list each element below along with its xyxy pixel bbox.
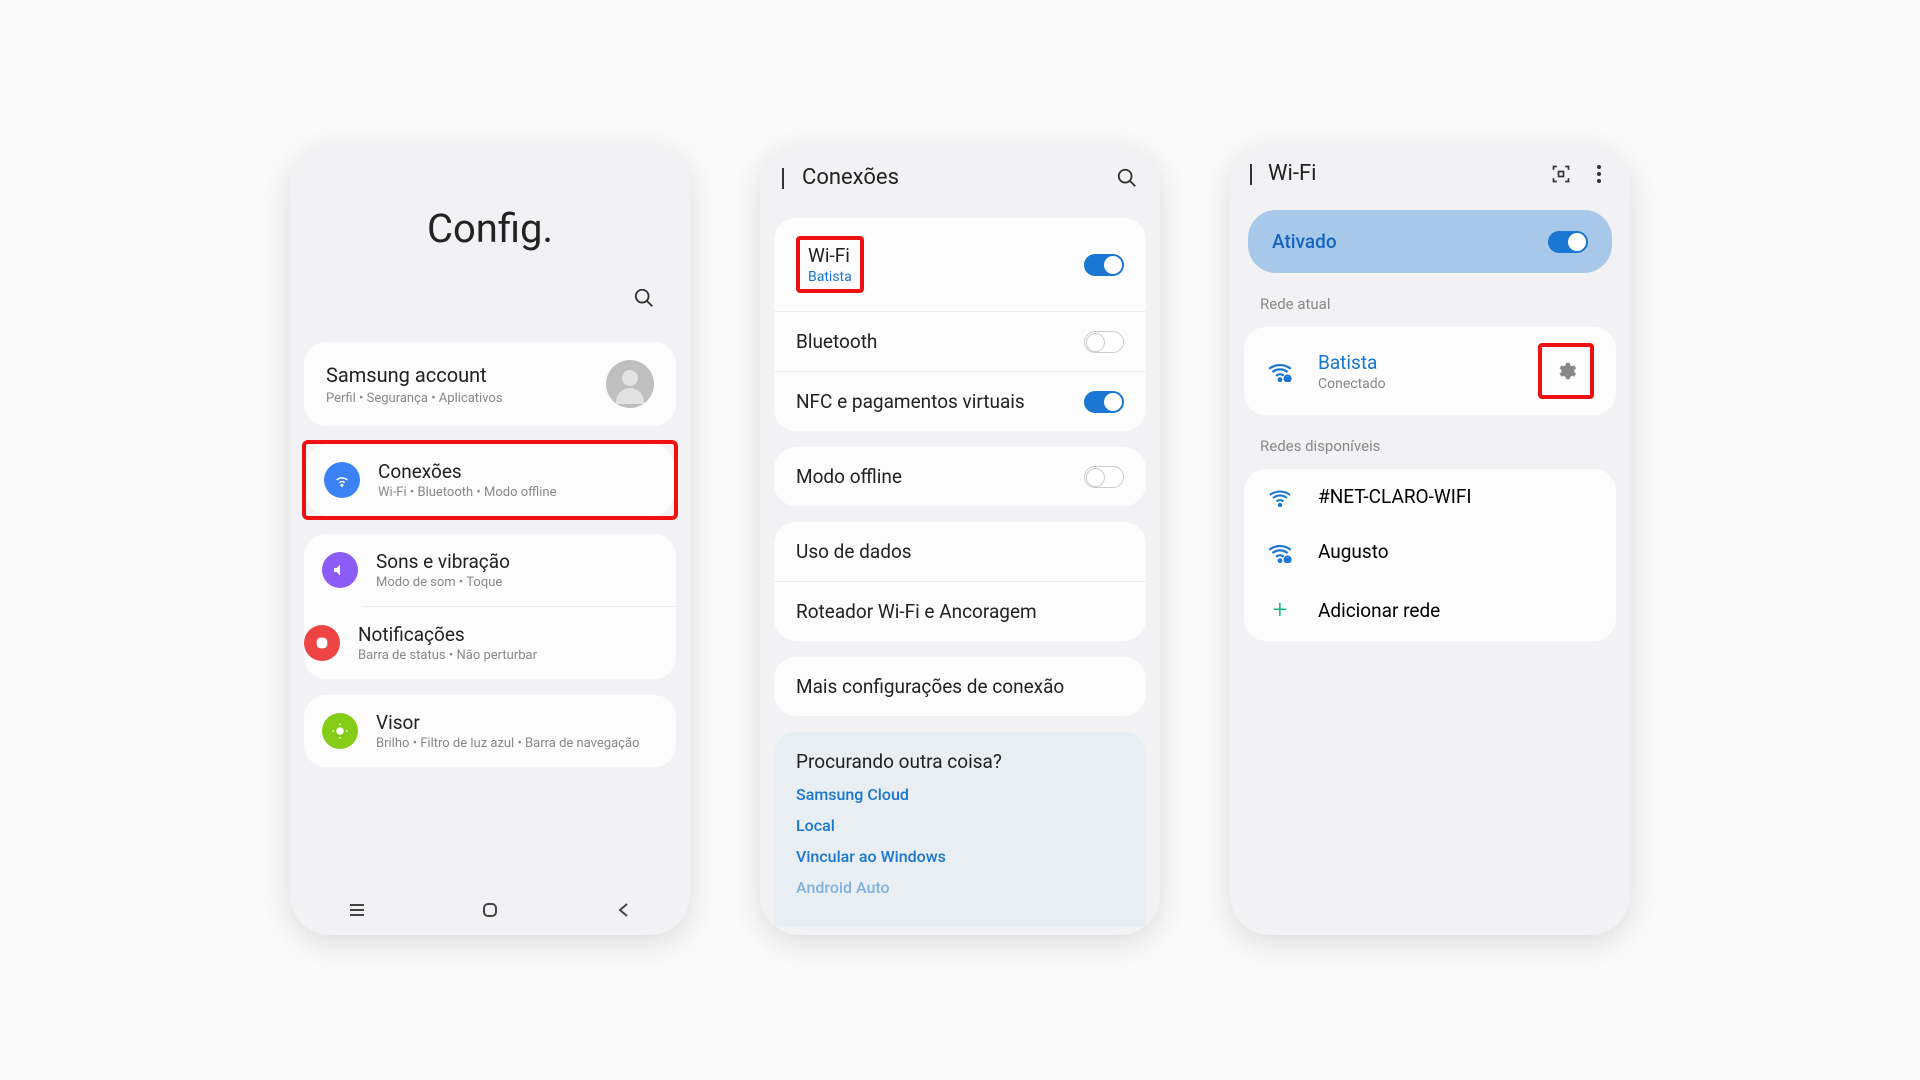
wifi-master-toggle[interactable] <box>1548 231 1588 253</box>
account-subtitle: Perfil • Segurança • Aplicativos <box>326 391 503 406</box>
page-title: Config. <box>320 205 660 252</box>
footer-heading: Procurando outra coisa? <box>796 750 1124 773</box>
wifi-enabled-label: Ativado <box>1272 230 1337 253</box>
wifi-label: Wi-Fi <box>808 244 852 267</box>
back-icon[interactable] <box>782 168 784 187</box>
page-title: Wi-Fi <box>1268 161 1534 186</box>
nfc-toggle[interactable] <box>1084 391 1124 413</box>
bluetooth-toggle[interactable] <box>1084 331 1124 353</box>
back-button[interactable] <box>613 900 633 920</box>
link-windows[interactable]: Vincular ao Windows <box>796 847 1124 866</box>
settings-item-sons[interactable]: Sons e vibração Modo de som • Toque <box>304 534 676 606</box>
current-network-label: Rede atual <box>1230 281 1630 319</box>
settings-item-visor[interactable]: Visor Brilho • Filtro de luz azul • Barr… <box>304 695 676 767</box>
samsung-account-row[interactable]: Samsung account Perfil • Segurança • Apl… <box>304 342 676 426</box>
network-name: #NET-CLARO-WIFI <box>1318 485 1594 508</box>
bluetooth-row[interactable]: Bluetooth <box>774 311 1146 371</box>
wifi-network: Batista <box>808 269 852 285</box>
item-subtitle: Brilho • Filtro de luz azul • Barra de n… <box>376 736 639 751</box>
phone-conexoes: Conexões Wi-Fi Batista Bluetooth NFC e p… <box>760 145 1160 935</box>
offline-row[interactable]: Modo offline <box>774 447 1146 506</box>
network-name: Batista <box>1318 351 1538 374</box>
page-title: Conexões <box>802 165 1116 190</box>
network-name: Augusto <box>1318 540 1594 563</box>
data-usage-label: Uso de dados <box>796 540 912 563</box>
more-connection-label: Mais configurações de conexão <box>796 675 1064 698</box>
wifi-signal-icon <box>1266 360 1294 382</box>
avatar-icon <box>606 360 654 408</box>
item-title: Conexões <box>378 460 556 483</box>
more-icon[interactable] <box>1588 163 1610 185</box>
hotspot-label: Roteador Wi-Fi e Ancoragem <box>796 600 1037 623</box>
link-samsung-cloud[interactable]: Samsung Cloud <box>796 785 1124 804</box>
display-icon <box>322 713 358 749</box>
wifi-signal-lock-icon <box>1266 541 1294 563</box>
account-title: Samsung account <box>326 363 503 387</box>
settings-item-conexoes[interactable]: Conexões Wi-Fi • Bluetooth • Modo offlin… <box>306 444 674 516</box>
phone-wifi: Wi-Fi Ativado Rede atual Batista Conecta… <box>1230 145 1630 935</box>
item-title: Visor <box>376 711 639 734</box>
link-local[interactable]: Local <box>796 816 1124 835</box>
qr-scan-icon[interactable] <box>1550 163 1572 185</box>
data-usage-row[interactable]: Uso de dados <box>774 522 1146 581</box>
offline-toggle[interactable] <box>1084 466 1124 488</box>
network-row[interactable]: Augusto <box>1244 524 1616 579</box>
search-icon[interactable] <box>1116 167 1138 189</box>
wifi-row[interactable]: Wi-Fi Batista <box>774 218 1146 311</box>
add-network-label: Adicionar rede <box>1318 599 1594 622</box>
hotspot-row[interactable]: Roteador Wi-Fi e Ancoragem <box>774 581 1146 641</box>
network-row[interactable]: #NET-CLARO-WIFI <box>1244 469 1616 524</box>
item-subtitle: Wi-Fi • Bluetooth • Modo offline <box>378 485 556 500</box>
notification-icon <box>304 625 340 661</box>
offline-label: Modo offline <box>796 465 902 488</box>
looking-for-section: Procurando outra coisa? Samsung Cloud Lo… <box>774 732 1146 927</box>
nfc-label: NFC e pagamentos virtuais <box>796 390 1025 413</box>
wifi-icon <box>324 462 360 498</box>
add-network-row[interactable]: + Adicionar rede <box>1244 579 1616 641</box>
item-title: Notificações <box>358 623 537 646</box>
plus-icon: + <box>1266 595 1294 625</box>
search-icon[interactable] <box>633 287 655 309</box>
nfc-row[interactable]: NFC e pagamentos virtuais <box>774 371 1146 431</box>
network-status: Conectado <box>1318 376 1538 392</box>
recents-button[interactable] <box>347 900 367 920</box>
android-navbar <box>290 885 690 935</box>
phone-config: Config. Samsung account Perfil • Seguran… <box>290 145 690 935</box>
sound-icon <box>322 552 358 588</box>
wifi-signal-icon <box>1266 487 1294 507</box>
item-subtitle: Barra de status • Não perturbar <box>358 648 537 663</box>
wifi-enabled-row[interactable]: Ativado <box>1248 210 1612 273</box>
item-title: Sons e vibração <box>376 550 510 573</box>
link-android-auto[interactable]: Android Auto <box>796 878 1124 897</box>
gear-icon[interactable] <box>1548 353 1584 389</box>
item-subtitle: Modo de som • Toque <box>376 575 510 590</box>
current-network-row[interactable]: Batista Conectado <box>1244 327 1616 415</box>
available-networks-label: Redes disponíveis <box>1230 423 1630 461</box>
bluetooth-label: Bluetooth <box>796 330 877 353</box>
home-button[interactable] <box>480 900 500 920</box>
settings-item-notificacoes[interactable]: Notificações Barra de status • Não pertu… <box>362 606 676 679</box>
more-connection-row[interactable]: Mais configurações de conexão <box>774 657 1146 716</box>
back-icon[interactable] <box>1250 164 1252 183</box>
wifi-toggle[interactable] <box>1084 254 1124 276</box>
